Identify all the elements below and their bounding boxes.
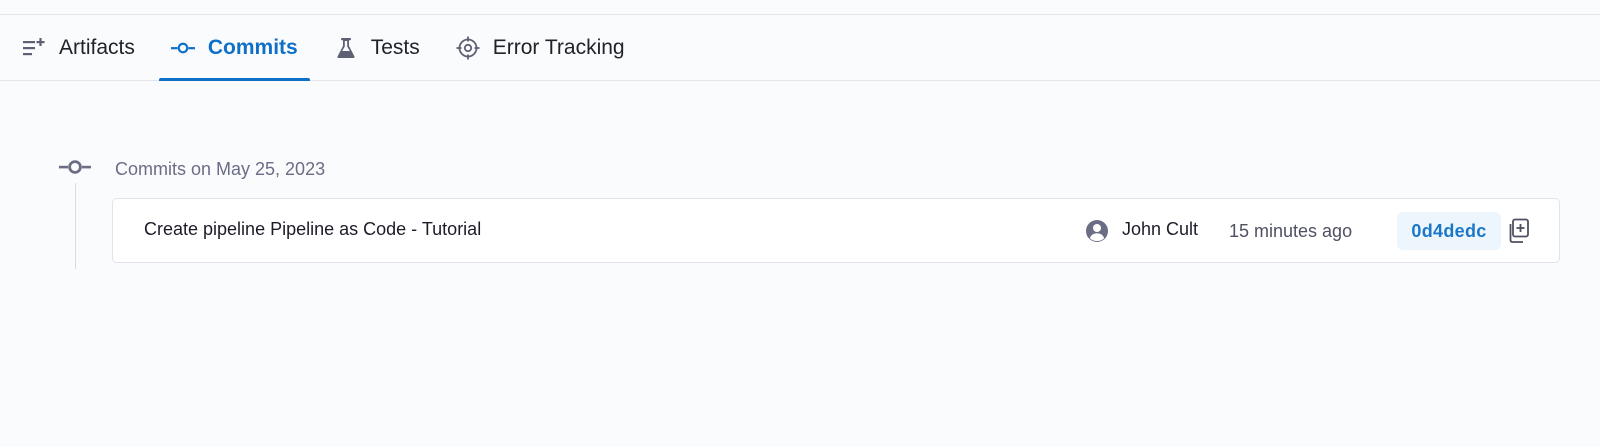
list-add-icon (22, 36, 46, 60)
commit-row[interactable]: Create pipeline Pipeline as Code - Tutor… (112, 198, 1560, 263)
git-commit-icon (170, 36, 195, 60)
tab-artifacts[interactable]: Artifacts (22, 15, 147, 80)
timeline-line (75, 183, 76, 269)
copy-icon[interactable] (1507, 218, 1531, 244)
top-divider (0, 0, 1600, 15)
commit-sha-link[interactable]: 0d4dedc (1397, 212, 1501, 250)
tab-label: Commits (207, 35, 298, 59)
commit-group-date: Commits on May 25, 2023 (115, 159, 326, 179)
tab-bar: Artifacts Commits Tests Error Tracking (0, 15, 1600, 81)
commit-message[interactable]: Create pipeline Pipeline as Code - Tutor… (144, 219, 481, 240)
commit-timestamp: 15 minutes ago (1229, 221, 1353, 241)
user-avatar-icon (1086, 220, 1108, 242)
tab-commits[interactable]: Commits (158, 15, 310, 81)
tab-label: Artifacts (59, 35, 135, 59)
tab-tests[interactable]: Tests (322, 15, 432, 80)
flask-icon (334, 36, 358, 60)
tab-label: Error Tracking (492, 35, 625, 59)
git-commit-icon (59, 160, 91, 174)
tab-error-tracking[interactable]: Error Tracking (444, 15, 637, 80)
target-icon (456, 36, 480, 60)
commit-author: John Cult (1122, 219, 1199, 239)
tab-label: Tests (370, 35, 420, 59)
